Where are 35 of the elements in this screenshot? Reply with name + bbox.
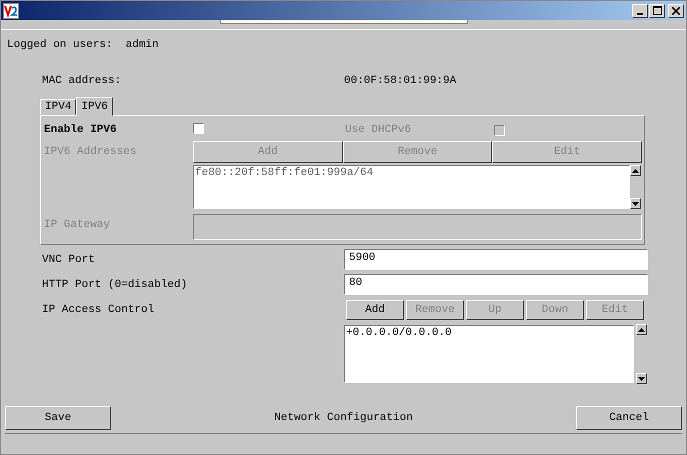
mac-address-label: MAC address: xyxy=(42,75,122,87)
ipv6-addresses-label: IPV6 Addresses xyxy=(44,146,138,158)
app-icon xyxy=(3,2,19,18)
scrollbar[interactable] xyxy=(636,324,648,384)
logged-on-label: Logged on users: xyxy=(7,39,113,53)
maximize-button[interactable] xyxy=(649,4,665,18)
enable-ipv6-checkbox[interactable] xyxy=(193,122,204,134)
ip-access-item[interactable]: +0.0.0.0/0.0.0.0 xyxy=(345,326,633,340)
scroll-down-icon[interactable] xyxy=(636,373,647,384)
page-title: Network Configuration xyxy=(274,412,413,424)
http-port-label: HTTP Port (0=disabled) xyxy=(42,278,188,290)
tab[interactable]: IPV6 xyxy=(76,97,113,116)
minimize-button[interactable] xyxy=(632,4,648,18)
scrollbar[interactable] xyxy=(630,165,642,209)
ip-gateway-label: IP Gateway xyxy=(44,218,112,230)
http-port-field[interactable]: 80 xyxy=(344,274,648,295)
minimize-icon xyxy=(637,12,643,14)
access-button[interactable]: Add xyxy=(346,300,404,320)
scroll-up-icon[interactable] xyxy=(636,324,647,335)
ip-access-list[interactable]: +0.0.0.0/0.0.0.0 xyxy=(344,325,634,383)
scroll-up-icon[interactable] xyxy=(630,165,641,176)
vnc-port-field[interactable]: 5900 xyxy=(344,249,648,270)
enable-ipv6-label: Enable IPV6 xyxy=(44,124,118,136)
scroll-down-icon[interactable] xyxy=(630,198,641,209)
maximize-icon xyxy=(652,6,662,15)
ip-access-control-label: IP Access Control xyxy=(42,304,156,316)
save-button[interactable]: Save xyxy=(5,406,111,430)
use-dhcpv6-label: Use DHCPv6 xyxy=(345,124,412,136)
cancel-button[interactable]: Cancel xyxy=(576,406,682,430)
logged-on-user: admin xyxy=(126,39,159,53)
tab[interactable]: IPV4 xyxy=(40,99,76,115)
vnc-port-label: VNC Port xyxy=(42,254,96,266)
close-button[interactable] xyxy=(668,4,684,18)
mac-address-value: 00:0F:58:01:99:9A xyxy=(344,75,456,87)
close-icon xyxy=(672,6,680,14)
